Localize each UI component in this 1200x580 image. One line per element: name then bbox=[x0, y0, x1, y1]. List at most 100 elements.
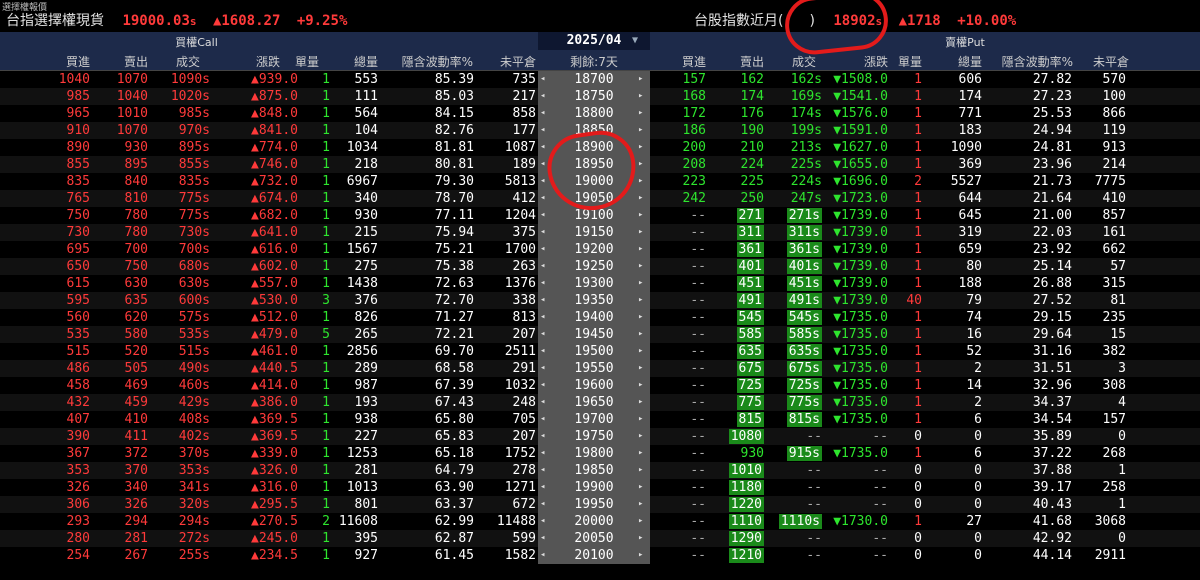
put-last[interactable]: 545s bbox=[770, 309, 822, 326]
call-last[interactable]: 1090s bbox=[150, 71, 210, 88]
put-ask[interactable]: 775 bbox=[712, 394, 764, 411]
call-oi[interactable]: 599 bbox=[480, 530, 536, 547]
put-change[interactable]: ▼1735.0 bbox=[822, 360, 888, 377]
call-total[interactable]: 193 bbox=[330, 394, 378, 411]
strike-price[interactable]: 18750 bbox=[538, 88, 650, 105]
call-iv[interactable]: 68.58 bbox=[400, 360, 474, 377]
put-last[interactable]: 1110s bbox=[770, 513, 822, 530]
put-bid[interactable]: -- bbox=[660, 547, 706, 564]
call-last[interactable]: 370s bbox=[150, 445, 210, 462]
call-oi[interactable]: 189 bbox=[480, 156, 536, 173]
call-last[interactable]: 272s bbox=[150, 530, 210, 547]
arrow-right-icon[interactable]: ▸ bbox=[638, 479, 648, 496]
call-last[interactable]: 402s bbox=[150, 428, 210, 445]
call-change[interactable]: ▲841.0 bbox=[220, 122, 298, 139]
put-last[interactable]: 915s bbox=[770, 445, 822, 462]
put-change[interactable]: -- bbox=[822, 547, 888, 564]
put-bid[interactable]: -- bbox=[660, 462, 706, 479]
call-total[interactable]: 1438 bbox=[330, 275, 378, 292]
arrow-right-icon[interactable]: ▸ bbox=[638, 139, 648, 156]
arrow-right-icon[interactable]: ▸ bbox=[638, 513, 648, 530]
call-total[interactable]: 395 bbox=[330, 530, 378, 547]
put-bid[interactable]: -- bbox=[660, 479, 706, 496]
put-total[interactable]: 0 bbox=[930, 462, 982, 479]
call-iv[interactable]: 69.70 bbox=[400, 343, 474, 360]
put-lot[interactable]: 1 bbox=[888, 377, 922, 394]
put-bid[interactable]: -- bbox=[660, 377, 706, 394]
put-ask[interactable]: 174 bbox=[712, 88, 764, 105]
call-last[interactable]: 255s bbox=[150, 547, 210, 564]
put-lot[interactable]: 1 bbox=[888, 241, 922, 258]
put-total[interactable]: 0 bbox=[930, 496, 982, 513]
call-lot[interactable]: 1 bbox=[300, 309, 330, 326]
call-change[interactable]: ▲440.5 bbox=[220, 360, 298, 377]
arrow-right-icon[interactable]: ▸ bbox=[638, 360, 648, 377]
strike-price[interactable]: 19850 bbox=[538, 462, 650, 479]
put-change[interactable]: ▼1739.0 bbox=[822, 292, 888, 309]
arrow-right-icon[interactable]: ▸ bbox=[638, 530, 648, 547]
put-total[interactable]: 0 bbox=[930, 479, 982, 496]
put-bid[interactable]: -- bbox=[660, 326, 706, 343]
call-ask[interactable]: 930 bbox=[100, 139, 148, 156]
put-iv[interactable]: 27.23 bbox=[990, 88, 1072, 105]
strike-price[interactable]: 19400 bbox=[538, 309, 650, 326]
arrow-right-icon[interactable]: ▸ bbox=[638, 343, 648, 360]
call-change[interactable]: ▲512.0 bbox=[220, 309, 298, 326]
call-iv[interactable]: 62.99 bbox=[400, 513, 474, 530]
put-iv[interactable]: 31.51 bbox=[990, 360, 1072, 377]
call-oi[interactable]: 177 bbox=[480, 122, 536, 139]
call-last[interactable]: 341s bbox=[150, 479, 210, 496]
put-iv[interactable]: 39.17 bbox=[990, 479, 1072, 496]
call-change[interactable]: ▲270.5 bbox=[220, 513, 298, 530]
put-last[interactable]: 311s bbox=[770, 224, 822, 241]
call-change[interactable]: ▲848.0 bbox=[220, 105, 298, 122]
put-bid[interactable]: -- bbox=[660, 445, 706, 462]
call-bid[interactable]: 486 bbox=[40, 360, 90, 377]
strike-price[interactable]: 19300 bbox=[538, 275, 650, 292]
put-total[interactable]: 79 bbox=[930, 292, 982, 309]
put-ask[interactable]: 930 bbox=[712, 445, 764, 462]
call-iv[interactable]: 67.39 bbox=[400, 377, 474, 394]
put-oi[interactable]: 2911 bbox=[1080, 547, 1126, 564]
call-change[interactable]: ▲234.5 bbox=[220, 547, 298, 564]
put-last[interactable]: 199s bbox=[770, 122, 822, 139]
call-lot[interactable]: 1 bbox=[300, 479, 330, 496]
put-ask[interactable]: 1110 bbox=[712, 513, 764, 530]
put-change[interactable]: ▼1739.0 bbox=[822, 224, 888, 241]
put-ask[interactable]: 635 bbox=[712, 343, 764, 360]
put-ask[interactable]: 585 bbox=[712, 326, 764, 343]
call-iv[interactable]: 63.37 bbox=[400, 496, 474, 513]
put-oi[interactable]: 161 bbox=[1080, 224, 1126, 241]
call-lot[interactable]: 1 bbox=[300, 411, 330, 428]
put-iv[interactable]: 24.81 bbox=[990, 139, 1072, 156]
put-last[interactable]: 775s bbox=[770, 394, 822, 411]
col-call-last[interactable]: 成交 bbox=[170, 53, 200, 70]
call-lot[interactable]: 1 bbox=[300, 445, 330, 462]
put-oi[interactable]: 214 bbox=[1080, 156, 1126, 173]
arrow-right-icon[interactable]: ▸ bbox=[638, 326, 648, 343]
call-last[interactable]: 970s bbox=[150, 122, 210, 139]
call-bid[interactable]: 835 bbox=[40, 173, 90, 190]
arrow-right-icon[interactable]: ▸ bbox=[638, 394, 648, 411]
strike-price[interactable]: 19900 bbox=[538, 479, 650, 496]
put-iv[interactable]: 21.73 bbox=[990, 173, 1072, 190]
put-total[interactable]: 606 bbox=[930, 71, 982, 88]
put-last[interactable]: 585s bbox=[770, 326, 822, 343]
call-ask[interactable]: 469 bbox=[100, 377, 148, 394]
call-oi[interactable]: 1752 bbox=[480, 445, 536, 462]
call-last[interactable]: 408s bbox=[150, 411, 210, 428]
put-oi[interactable]: 57 bbox=[1080, 258, 1126, 275]
col-put-bid[interactable]: 買進 bbox=[672, 53, 706, 70]
spot-index[interactable]: 台指選擇權現貨 19000.03s ▲1608.27 +9.25% bbox=[6, 10, 347, 30]
col-call-change[interactable]: 漲跌 bbox=[230, 53, 280, 70]
put-change[interactable]: ▼1696.0 bbox=[822, 173, 888, 190]
call-iv[interactable]: 65.80 bbox=[400, 411, 474, 428]
call-iv[interactable]: 85.03 bbox=[400, 88, 474, 105]
call-ask[interactable]: 895 bbox=[100, 156, 148, 173]
put-ask[interactable]: 224 bbox=[712, 156, 764, 173]
put-bid[interactable]: -- bbox=[660, 241, 706, 258]
put-lot[interactable]: 1 bbox=[888, 445, 922, 462]
call-ask[interactable]: 267 bbox=[100, 547, 148, 564]
call-lot[interactable]: 2 bbox=[300, 513, 330, 530]
put-last[interactable]: -- bbox=[770, 496, 822, 513]
